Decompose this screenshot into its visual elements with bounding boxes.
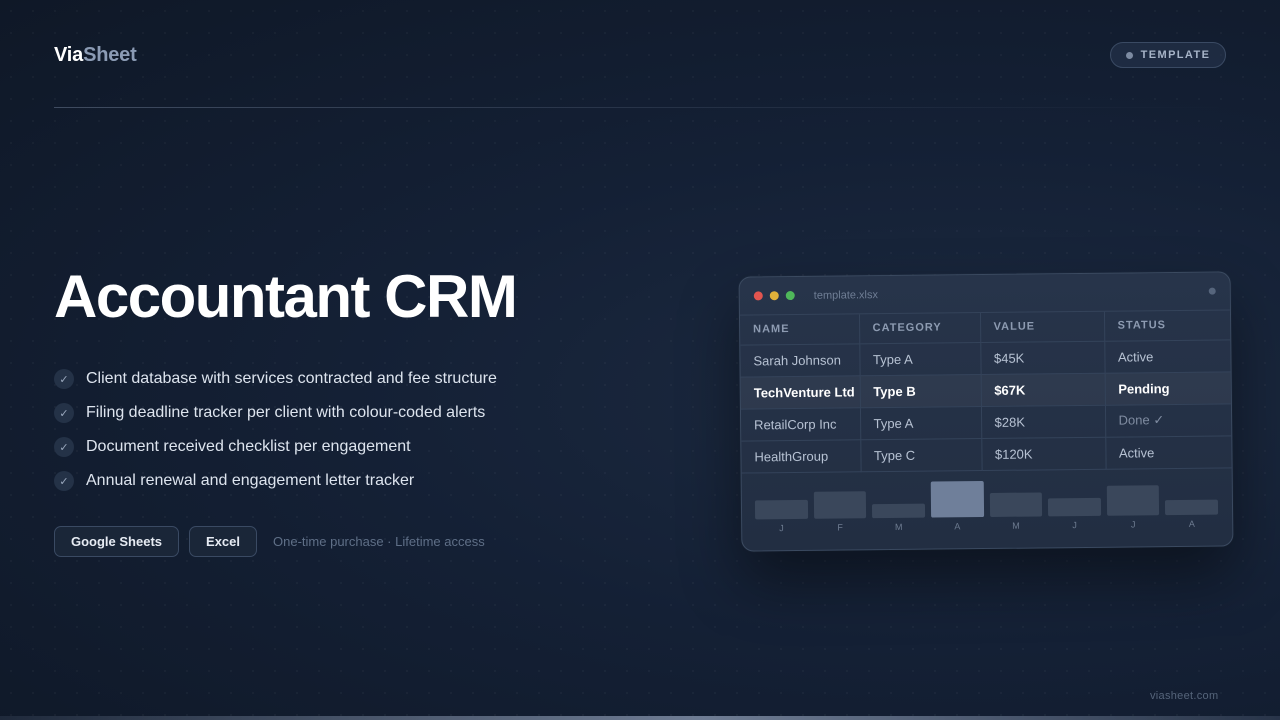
mini-chart-month-label: J <box>1072 519 1077 530</box>
table-row: HealthGroup Type C $120K Active <box>741 435 1234 473</box>
cell-category: Type A <box>859 342 981 376</box>
platform-chips: Google Sheets Excel One-time purchase · … <box>54 526 485 557</box>
feature-item: ✓ Document received checklist per engagem… <box>54 430 497 464</box>
mini-chart-month-label: A <box>954 520 961 531</box>
cell-status: Pending <box>1104 371 1233 405</box>
feature-text: Client database with services contracted… <box>86 370 497 387</box>
column-header-status: STATUS <box>1103 310 1233 341</box>
check-icon: ✓ <box>54 403 74 423</box>
mini-chart-month-label: M <box>1012 520 1020 531</box>
mini-chart-bar <box>989 491 1043 517</box>
preview-titlebar: template.xlsx <box>739 272 1230 316</box>
mini-chart-bar <box>813 490 867 519</box>
cell-value: $120K <box>981 436 1106 471</box>
preview-table: NAME CATEGORY VALUE STATUS Sarah Johnson… <box>739 310 1234 473</box>
mini-chart-bar <box>754 499 808 519</box>
mini-chart-month-label: F <box>837 522 843 533</box>
mini-chart-bar <box>1048 497 1101 516</box>
feature-text: Filing deadline tracker per client with … <box>86 404 486 421</box>
feature-item: ✓ Annual renewal and engagement letter tr… <box>54 464 497 498</box>
cell-category: Type C <box>860 438 982 472</box>
feature-item: ✓ Filing deadline tracker per client with… <box>54 396 497 430</box>
column-header-name: NAME <box>739 314 860 345</box>
brand-logo[interactable]: ViaSheet <box>54 44 137 67</box>
header-divider <box>54 107 1226 108</box>
mini-chart-bar <box>930 480 984 518</box>
footer-url[interactable]: viasheet.com <box>1150 690 1218 702</box>
mini-chart-month-label: J <box>1130 518 1136 529</box>
cell-value: $67K <box>980 372 1105 407</box>
table-row: Sarah Johnson Type A $45K Active <box>740 339 1233 377</box>
brand-logo-part1: Via <box>54 44 84 66</box>
purchase-note: One-time purchase · Lifetime access <box>273 534 485 549</box>
column-header-category: CATEGORY <box>858 313 981 344</box>
cell-name: HealthGroup <box>741 439 861 473</box>
window-maximize-icon <box>785 290 795 301</box>
column-header-value: VALUE <box>979 311 1105 343</box>
bottom-glow-bar <box>0 716 1280 720</box>
feature-item: ✓ Client database with services contracte… <box>54 362 497 396</box>
mini-chart-bar <box>1165 499 1219 515</box>
check-icon: ✓ <box>54 437 74 457</box>
cell-name: Sarah Johnson <box>740 343 860 377</box>
brand-logo-part2: Sheet <box>83 44 137 66</box>
mini-chart-month-labels: JFMAMJJA <box>755 518 1218 533</box>
mini-chart-month-label: A <box>1188 518 1195 529</box>
feature-text: Document received checklist per engageme… <box>86 438 411 455</box>
check-icon: ✓ <box>54 471 74 491</box>
spreadsheet-preview-window: template.xlsx NAME CATEGORY VALUE STATUS… <box>738 271 1234 552</box>
cell-name: TechVenture Ltd <box>740 375 860 409</box>
badge-dot-icon <box>1125 51 1133 59</box>
badge-label: TEMPLATE <box>1140 49 1211 61</box>
window-close-icon <box>753 291 763 301</box>
google-sheets-button[interactable]: Google Sheets <box>54 526 180 557</box>
cell-status: Active <box>1104 339 1233 373</box>
excel-button[interactable]: Excel <box>189 526 258 557</box>
feature-list: ✓ Client database with services contracte… <box>54 362 497 498</box>
table-row: RetailCorp Inc Type A $28K Done ✓ <box>740 403 1234 441</box>
cell-name: RetailCorp Inc <box>740 407 861 441</box>
preview-filename: template.xlsx <box>813 288 879 302</box>
table-row-highlighted: TechVenture Ltd Type B $67K Pending <box>740 371 1233 409</box>
mini-chart-month-label: M <box>894 521 903 532</box>
mini-chart-month-label: J <box>779 522 784 533</box>
mini-bar-chart: JFMAMJJA <box>742 468 1233 549</box>
check-icon: ✓ <box>54 369 74 389</box>
cell-status: Done ✓ <box>1104 403 1234 437</box>
template-badge: TEMPLATE <box>1110 42 1226 68</box>
page-title: Accountant CRM <box>54 263 518 330</box>
mini-chart-bar <box>872 503 925 518</box>
cell-status: Active <box>1105 435 1234 469</box>
cell-category: Type A <box>859 406 982 440</box>
mini-chart-bars <box>754 476 1219 519</box>
window-minimize-icon <box>769 291 779 301</box>
titlebar-dot-icon <box>1208 287 1216 295</box>
cell-category: Type B <box>859 374 981 408</box>
mini-chart-bar <box>1106 484 1160 516</box>
cell-value: $28K <box>980 404 1106 439</box>
feature-text: Annual renewal and engagement letter tra… <box>86 472 415 489</box>
cell-value: $45K <box>980 340 1105 375</box>
